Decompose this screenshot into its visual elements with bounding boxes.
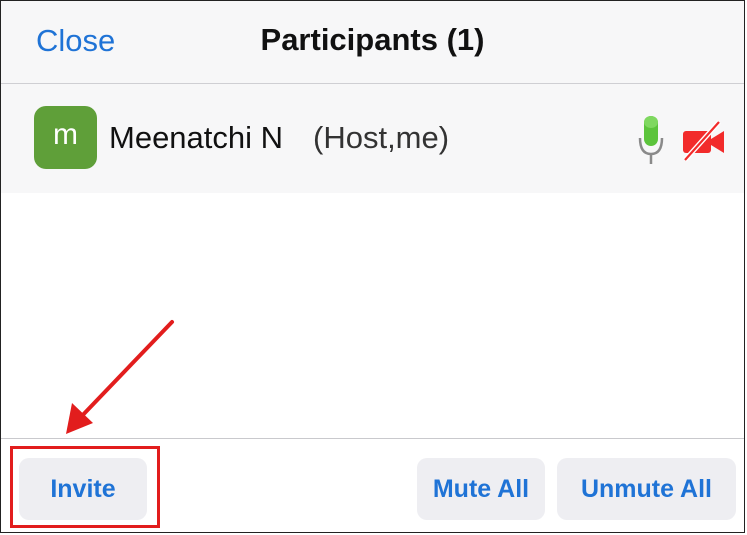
mute-all-button[interactable]: Mute All	[417, 458, 545, 520]
footer-toolbar: Invite Mute All Unmute All	[1, 439, 744, 532]
microphone-on-icon[interactable]	[636, 114, 666, 166]
avatar: m	[34, 106, 97, 169]
participant-name: Meenatchi N	[109, 120, 284, 155]
video-off-icon[interactable]	[681, 120, 726, 162]
participants-panel: Close Participants (1) m Meenatchi N (Ho…	[0, 0, 745, 533]
participant-row[interactable]: m Meenatchi N (Host,me)	[1, 84, 744, 193]
invite-button[interactable]: Invite	[19, 458, 147, 520]
unmute-all-button[interactable]: Unmute All	[557, 458, 736, 520]
participant-role: (Host,me)	[313, 120, 450, 155]
header-bar: Close Participants (1)	[1, 1, 744, 84]
page-title: Participants (1)	[260, 22, 485, 57]
